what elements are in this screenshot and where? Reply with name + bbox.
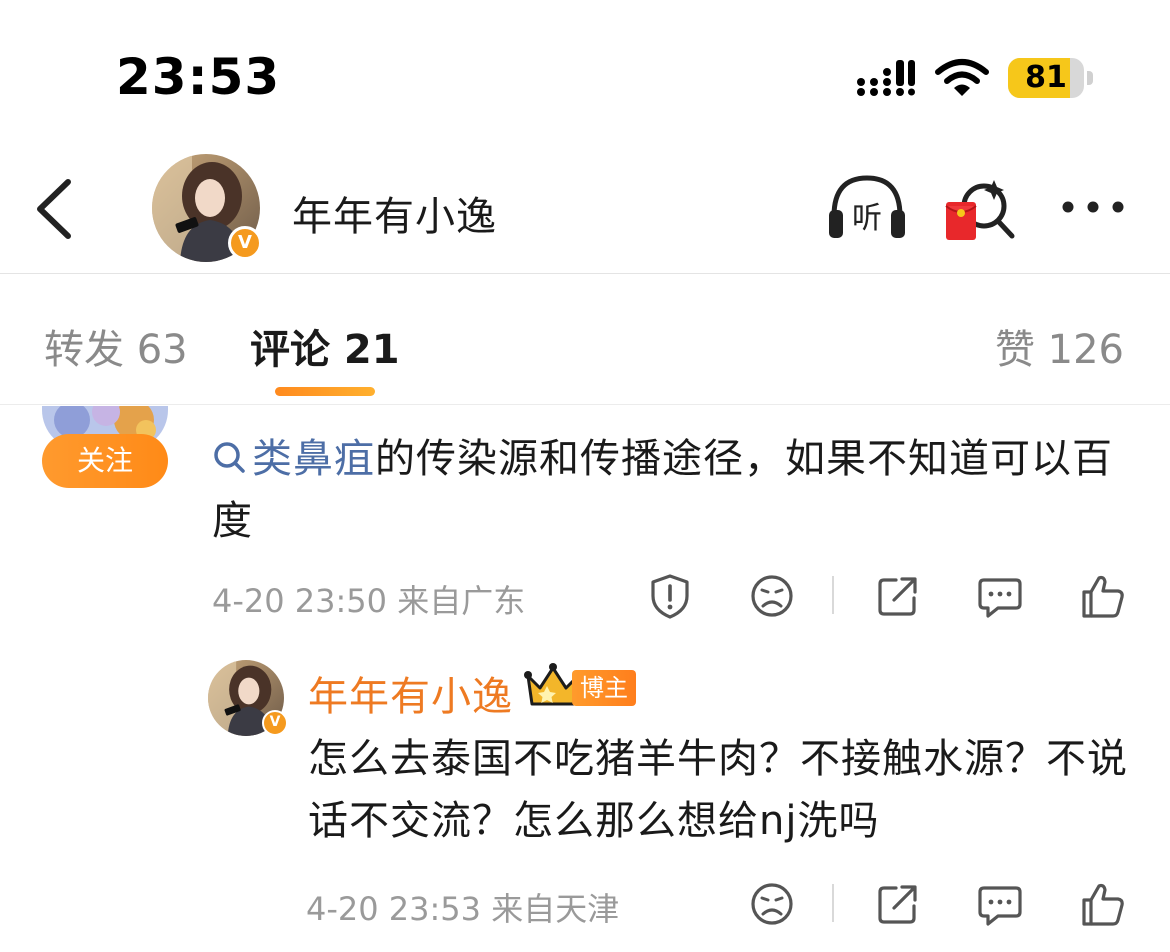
like-icon[interactable] <box>1078 880 1126 928</box>
verified-badge: V <box>228 226 262 260</box>
reply-user-name[interactable]: 年年有小逸 <box>308 664 513 722</box>
more-icon[interactable] <box>1058 190 1128 224</box>
share-icon[interactable] <box>874 572 922 620</box>
search-topic-link[interactable]: 类鼻疽 <box>212 436 375 482</box>
dislike-face-icon[interactable] <box>748 880 796 928</box>
reply-avatar[interactable]: V <box>208 660 288 736</box>
chevron-left-icon[interactable] <box>30 178 80 240</box>
battery-level: 81 <box>1025 60 1067 95</box>
signal-icon <box>857 60 915 96</box>
header-user-name[interactable]: 年年有小逸 <box>292 184 497 242</box>
dislike-face-icon[interactable] <box>748 572 796 620</box>
search-icon <box>214 442 245 473</box>
comment-tabs: 转发 63 评论 21 赞 126 <box>0 275 1170 405</box>
post-header: V 年年有小逸 听 <box>0 150 1170 274</box>
tab-comment[interactable]: 评论 21 <box>250 317 400 375</box>
reply-text: 怎么去泰国不吃猪羊牛肉？不接触水源？不说话不交流？怎么那么想给nj洗吗 <box>308 736 1128 844</box>
action-divider <box>832 576 834 614</box>
report-icon[interactable] <box>646 572 694 620</box>
battery-indicator: 81 <box>1008 58 1093 98</box>
follow-button[interactable]: 关注 <box>42 434 168 488</box>
listen-icon-label: 听 <box>852 201 882 236</box>
tab-like[interactable]: 赞 126 <box>995 317 1124 375</box>
reply-icon[interactable] <box>976 880 1024 928</box>
search-topic-label: 类鼻疽 <box>252 436 375 482</box>
comment-text: 类鼻疽的传染源和传播途径，如果不知道可以百度 <box>212 428 1122 552</box>
status-bar: 23:53 81 <box>0 0 1170 150</box>
like-icon[interactable] <box>1078 572 1126 620</box>
reply-actions <box>0 880 1170 928</box>
action-divider <box>832 884 834 922</box>
active-tab-indicator <box>275 387 375 396</box>
tab-repost[interactable]: 转发 63 <box>44 317 188 375</box>
verified-badge: V <box>262 710 288 736</box>
reply-icon[interactable] <box>976 572 1024 620</box>
red-packet-search-icon[interactable] <box>944 172 1020 242</box>
status-time: 23:53 <box>116 48 281 106</box>
author-badge: 博主 <box>572 670 636 706</box>
listen-icon[interactable]: 听 <box>826 172 908 242</box>
avatar[interactable]: V <box>152 154 262 262</box>
comment-actions <box>0 572 1170 620</box>
wifi-icon <box>935 59 989 96</box>
share-icon[interactable] <box>874 880 922 928</box>
